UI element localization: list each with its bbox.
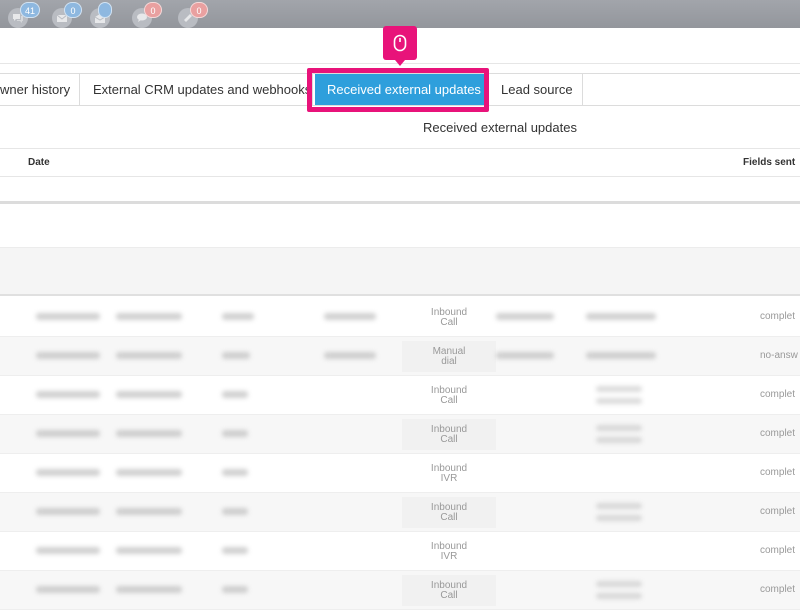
redacted-cell: [116, 352, 182, 359]
chat-bubbles-icon[interactable]: 41: [8, 2, 41, 28]
redacted-cell: [36, 430, 100, 437]
redacted-cell: [596, 437, 642, 443]
call-type: Inbound IVR: [402, 458, 496, 489]
mouse-icon: [383, 26, 417, 66]
mail-count-badge: 0: [64, 2, 82, 18]
call-status: complet: [760, 545, 796, 556]
redacted-cell: [496, 313, 554, 320]
call-status: complet: [760, 389, 796, 400]
redacted-cell: [222, 547, 248, 554]
table-row[interactable]: Inbound Call complet: [0, 376, 800, 415]
section-band: [0, 206, 800, 248]
redacted-cell: [116, 391, 182, 398]
table-row[interactable]: Inbound Call complet: [0, 493, 800, 532]
redacted-cell: [596, 581, 642, 587]
redacted-cell: [586, 352, 656, 359]
redacted-cell: [586, 313, 656, 320]
redacted-cell: [596, 515, 642, 521]
table-row[interactable]: Inbound Call complet: [0, 415, 800, 454]
open-mail-icon[interactable]: [90, 2, 112, 28]
tab-owner-history[interactable]: wner history: [0, 74, 80, 105]
tab-external-crm-updates[interactable]: External CRM updates and webhooks: [81, 74, 313, 105]
table-row[interactable]: Manual dial no-answ: [0, 337, 800, 376]
open-mail-badge: [98, 2, 112, 18]
redacted-cell: [596, 503, 642, 509]
redacted-cell: [222, 430, 248, 437]
call-type: Inbound IVR: [402, 536, 496, 567]
redacted-cell: [116, 547, 182, 554]
redacted-cell: [222, 508, 248, 515]
redacted-cell: [324, 313, 376, 320]
chat-alert-count-badge: 0: [144, 2, 162, 18]
table-row[interactable]: Inbound IVR complet: [0, 454, 800, 493]
call-status: no-answ: [760, 350, 798, 361]
redacted-cell: [496, 352, 554, 359]
call-type: Inbound Call: [402, 302, 496, 333]
redacted-cell: [222, 391, 248, 398]
redacted-cell: [596, 425, 642, 431]
call-type: Inbound Call: [402, 575, 496, 606]
redacted-cell: [116, 469, 182, 476]
envelope-icon[interactable]: 0: [52, 2, 82, 28]
redacted-cell: [36, 313, 100, 320]
call-type: Inbound Call: [402, 419, 496, 450]
call-status: complet: [760, 428, 796, 439]
redacted-cell: [36, 391, 100, 398]
redacted-cell: [36, 469, 100, 476]
ticket-icon[interactable]: 0: [178, 2, 208, 28]
speech-bubble-icon[interactable]: 0: [132, 2, 162, 28]
chat-count-badge: 41: [20, 2, 41, 18]
redacted-cell: [36, 547, 100, 554]
notification-bar: 41 0 0 0: [0, 0, 800, 28]
table-row[interactable]: Inbound Call complet: [0, 298, 800, 337]
empty-table-row: [0, 177, 800, 204]
table-row[interactable]: Inbound Call complet: [0, 571, 800, 610]
call-status: complet: [760, 467, 796, 478]
column-fields-sent: Fields sent: [743, 157, 796, 168]
redacted-cell: [116, 508, 182, 515]
redacted-cell: [222, 469, 248, 476]
call-log-table: Inbound Call complet Manual dial no-answ I…: [0, 298, 800, 610]
redacted-cell: [324, 352, 376, 359]
table-header: Date Fields sent: [0, 148, 800, 177]
section-title: Received external updates: [423, 120, 577, 135]
tab-lead-source[interactable]: Lead source: [489, 74, 583, 105]
redacted-cell: [36, 586, 100, 593]
call-type: Manual dial: [402, 341, 496, 372]
click-highlight: [307, 68, 489, 112]
redacted-cell: [36, 508, 100, 515]
call-status: complet: [760, 584, 796, 595]
ticket-count-badge: 0: [190, 2, 208, 18]
redacted-cell: [596, 386, 642, 392]
call-status: complet: [760, 311, 796, 322]
call-type: Inbound Call: [402, 497, 496, 528]
redacted-cell: [596, 593, 642, 599]
call-status: complet: [760, 506, 796, 517]
redacted-cell: [116, 313, 182, 320]
redacted-cell: [116, 430, 182, 437]
column-date: Date: [28, 157, 50, 168]
redacted-cell: [596, 398, 642, 404]
section-band-shaded: [0, 248, 800, 296]
call-type: Inbound Call: [402, 380, 496, 411]
table-row[interactable]: Inbound IVR complet: [0, 532, 800, 571]
redacted-cell: [116, 586, 182, 593]
redacted-cell: [222, 313, 254, 320]
redacted-cell: [222, 352, 250, 359]
redacted-cell: [36, 352, 100, 359]
redacted-cell: [222, 586, 248, 593]
